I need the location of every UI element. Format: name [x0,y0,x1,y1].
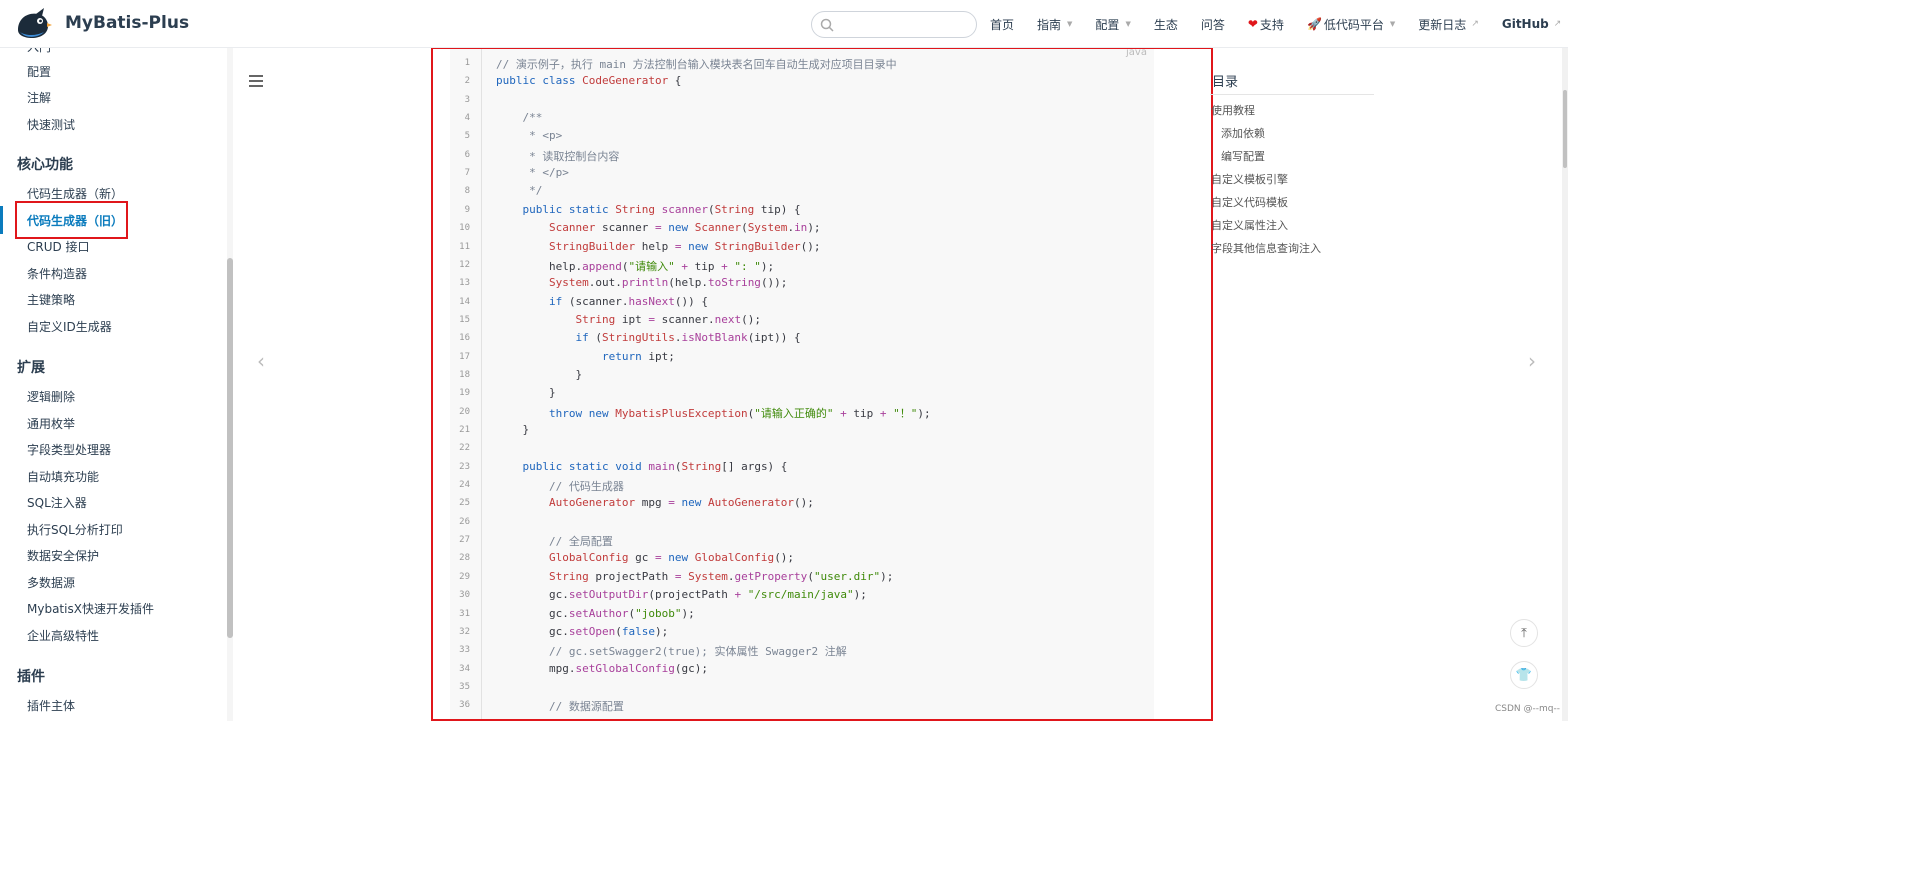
sidebar-item[interactable]: CRUD 接口 [27,238,90,255]
toc-divider [1210,94,1374,95]
nav-guide[interactable]: 指南 ▼ [1037,16,1072,33]
nav-faq[interactable]: 问答 [1201,16,1225,33]
search-input[interactable] [811,11,977,38]
sidebar-item[interactable]: 代码生成器（新） [27,185,123,202]
top-navbar: MyBatis-Plus 首页 指南 ▼ 配置 ▼ 生态 问答 ❤ 支持 🚀 低代码平台… [0,0,1568,48]
site-title[interactable]: MyBatis-Plus [65,13,189,33]
theme-button[interactable]: 👕 [1510,661,1538,689]
sidebar-item[interactable]: 执行SQL分析打印 [27,521,123,538]
nav-label: 首页 [990,17,1015,32]
sidebar-item[interactable]: 条件构造器 [27,265,87,282]
nav-label: 低代码平台 [1323,17,1384,32]
sidebar-group-title[interactable]: 插件 [17,666,45,686]
sidebar-item-partial[interactable]: 入门 [27,48,51,55]
toc-item[interactable]: 字段其他信息查询注入 [1211,240,1321,256]
arrow-up-icon: ⤒ [1521,625,1527,641]
sidebar-group-title[interactable]: 扩展 [17,357,45,377]
shirt-icon: 👕 [1515,667,1533,683]
caret-down-icon: ▼ [1389,20,1396,28]
sidebar-item[interactable]: 字段类型处理器 [27,441,111,458]
nav-label: 生态 [1153,17,1178,32]
sidebar-item[interactable]: 多数据源 [27,574,75,591]
toc-item[interactable]: 编写配置 [1221,148,1265,164]
sidebar-item[interactable]: 主键策略 [27,291,75,308]
sidebar-scrollbar-thumb[interactable] [227,258,233,638]
sidebar-group-title[interactable]: 核心功能 [17,154,73,174]
caret-down-icon: ▼ [1067,20,1073,28]
sidebar-item[interactable]: 自定义ID生成器 [27,318,112,335]
sidebar-item-active[interactable]: 代码生成器（旧） [27,212,123,229]
caret-down-icon: ▼ [1125,20,1131,28]
nav-label: 支持 [1259,17,1284,32]
sidebar-item[interactable]: MybatisX快速开发插件 [27,600,154,617]
external-link-icon: ↗ [1471,19,1479,29]
heart-icon: ❤ [1247,17,1258,31]
sidebar-item[interactable]: 插件主体 [27,697,75,714]
external-link-icon: ↗ [1553,19,1562,29]
sidebar-item[interactable]: 逻辑删除 [27,388,75,405]
toc-item[interactable]: 自定义模板引擎 [1211,171,1288,187]
sidebar-item[interactable]: 企业高级特性 [27,627,99,644]
nav-label: 更新日志 [1418,17,1467,32]
nav-home[interactable]: 首页 [990,16,1014,33]
watermark: CSDN @--mq-- [1495,704,1560,714]
nav-lowcode[interactable]: 🚀 低代码平台 ▼ [1307,16,1395,33]
sidebar-item[interactable]: 配置 [27,63,51,80]
search-icon [820,18,834,32]
sidebar-item[interactable]: SQL注入器 [27,494,87,511]
toc-item[interactable]: 自定义代码模板 [1211,194,1288,210]
page-scrollbar-thumb[interactable] [1563,90,1567,168]
nav-label: GitHub [1501,17,1549,31]
nav-ecosystem[interactable]: 生态 [1154,16,1178,33]
nav-support[interactable]: ❤ 支持 [1248,16,1284,33]
sidebar-item[interactable]: 自动填充功能 [27,468,99,485]
sidebar-active-indicator [0,206,3,234]
chevron-left-icon[interactable]: ‹ [257,349,265,373]
sidebar-item[interactable]: 注解 [27,89,51,106]
sidebar-item[interactable]: 数据安全保护 [27,547,99,564]
nav-config[interactable]: 配置 ▼ [1095,16,1130,33]
sidebar: 入门 配置 注解 快速测试 核心功能 代码生成器（新） 代码生成器（旧） CRU… [0,48,232,721]
nav-label: 问答 [1200,17,1225,32]
back-to-top-button[interactable]: ⤒ [1510,619,1538,647]
toc-item[interactable]: 自定义属性注入 [1211,217,1288,233]
chevron-right-icon[interactable]: › [1528,349,1536,373]
toc-item[interactable]: 使用教程 [1211,102,1255,118]
bird-logo-icon[interactable] [14,6,52,40]
menu-toggle-icon[interactable] [249,75,263,87]
sidebar-item[interactable]: 快速测试 [27,116,75,133]
nav-label: 指南 [1037,17,1062,32]
nav-github[interactable]: GitHub ↗ [1502,17,1561,31]
highlight-box [431,47,1213,721]
nav-changelog[interactable]: 更新日志 ↗ [1418,16,1479,33]
nav-links: 首页 指南 ▼ 配置 ▼ 生态 问答 ❤ 支持 🚀 低代码平台 ▼ 更新日志 ↗ GitHu… [990,0,1584,48]
sidebar-item[interactable]: 通用枚举 [27,415,75,432]
rocket-icon: 🚀 [1306,17,1322,31]
toc-title: 目录 [1212,75,1239,90]
nav-label: 配置 [1095,17,1120,32]
toc-item[interactable]: 添加依赖 [1221,125,1265,141]
